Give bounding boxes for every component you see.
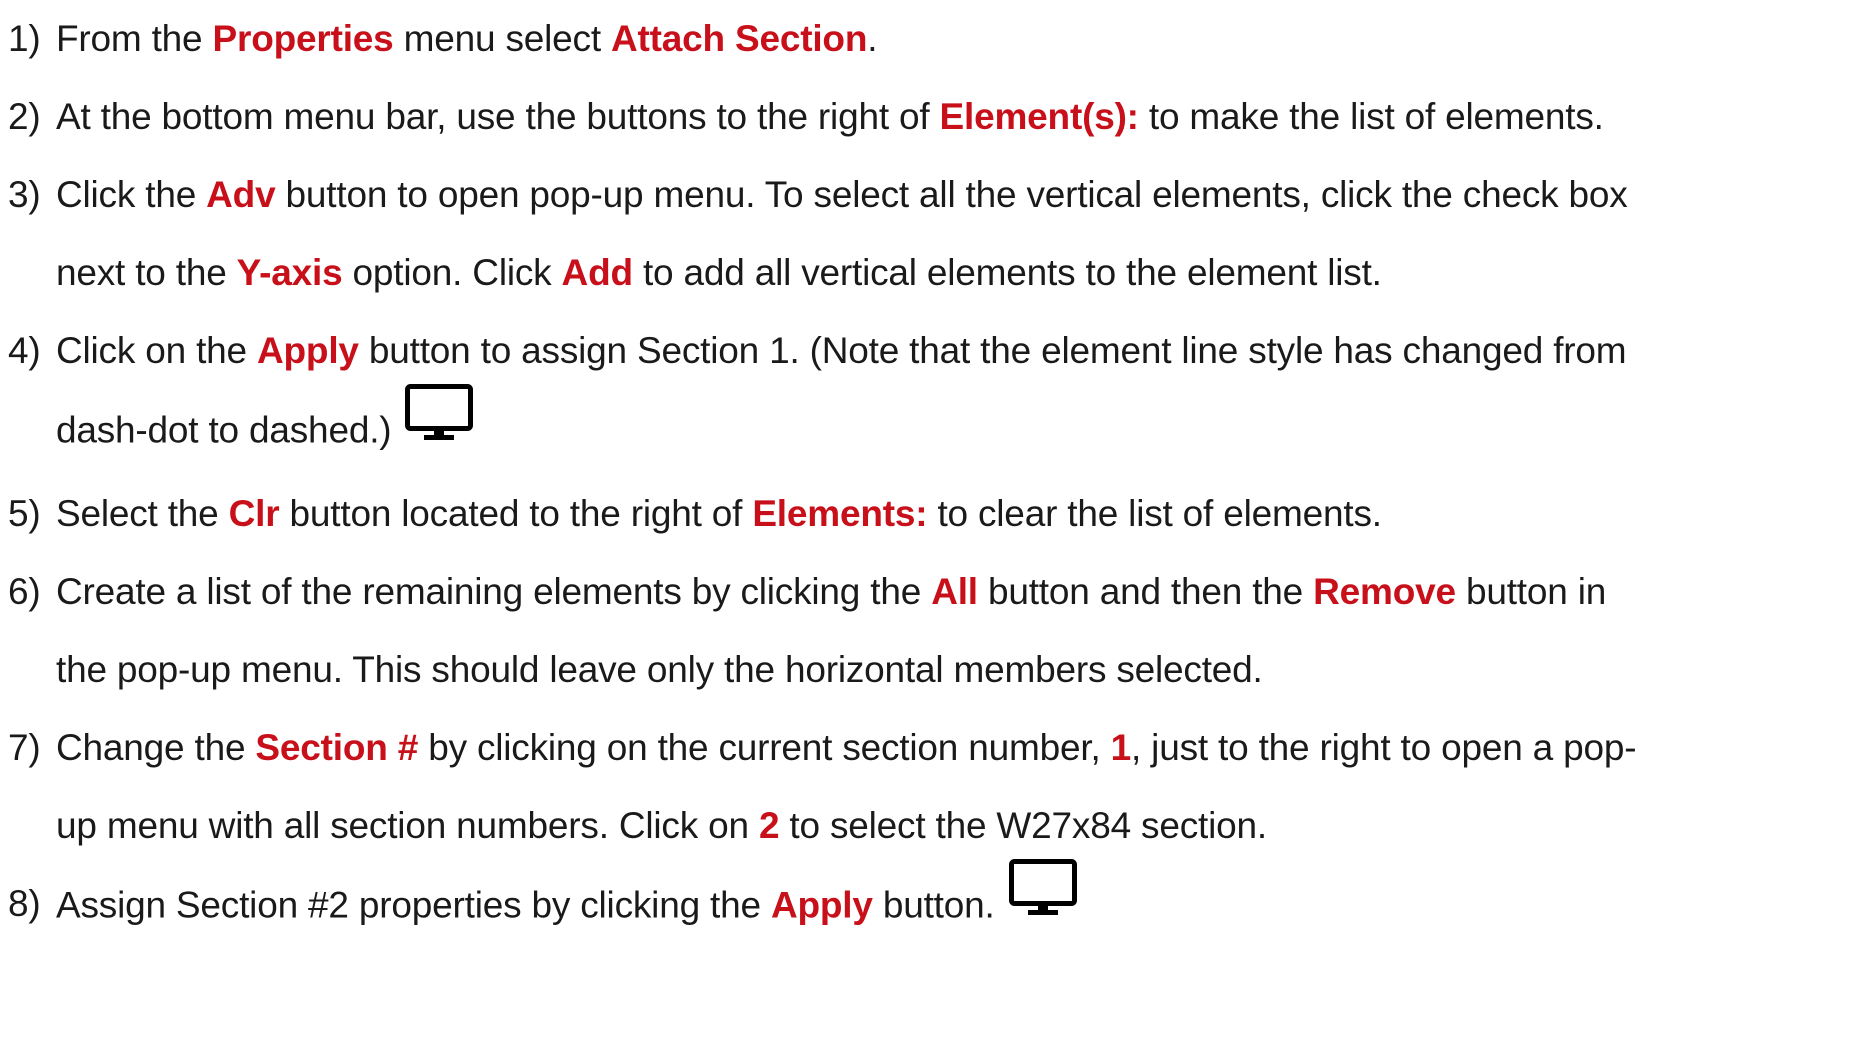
step-8: 8) Assign Section #2 properties by clicki…: [8, 859, 1864, 950]
keyword-highlight: 2: [758, 805, 780, 846]
step-number: 6): [8, 571, 41, 612]
step-text: Select the: [56, 493, 229, 534]
step-7: 7) Change the Section # by clicking on th…: [8, 709, 1864, 865]
step-text: Change the: [56, 727, 256, 768]
keyword-highlight: Add: [561, 252, 634, 293]
step-text: button.: [872, 884, 995, 926]
step-number: 2): [8, 96, 41, 137]
step-line: dash-dot to dashed.): [56, 384, 1864, 475]
step-line: Click on the Apply button to assign Sect…: [56, 312, 1864, 390]
step-line: Select the Clr button located to the rig…: [56, 475, 1864, 553]
step-text: Click the: [56, 174, 207, 215]
step-line: next to the Y-axis option. Click Add to …: [56, 234, 1864, 312]
step-line: Create a list of the remaining elements …: [56, 553, 1864, 631]
step-text: next to the: [56, 252, 237, 293]
instruction-steps: 1) From the Properties menu select Attach…: [8, 0, 1864, 950]
step-number: 3): [8, 174, 41, 215]
step-text: , just to the right to open a pop-: [1131, 727, 1637, 768]
keyword-highlight: Apply: [770, 884, 873, 926]
step-text: Click on the: [56, 330, 257, 371]
keyword-highlight: Properties: [212, 18, 394, 59]
keyword-highlight: Section #: [255, 727, 419, 768]
step-text: up menu with all section numbers. Click …: [56, 805, 759, 846]
step-line: From the Properties menu select Attach S…: [56, 0, 1864, 78]
step-text: button located to the right of: [279, 493, 753, 534]
keyword-highlight: Attach Section: [611, 18, 868, 59]
step-number: 4): [8, 330, 41, 371]
keyword-highlight: All: [931, 571, 978, 612]
step-text: From the: [56, 18, 213, 59]
step-5: 5) Select the Clr button located to the r…: [8, 475, 1864, 553]
step-line: Change the Section # by clicking on the …: [56, 709, 1864, 787]
step-line: the pop-up menu. This should leave only …: [56, 631, 1864, 709]
monitor-icon[interactable]: [1008, 859, 1077, 944]
keyword-highlight: Clr: [228, 493, 280, 534]
step-text: to add all vertical elements to the elem…: [632, 252, 1382, 293]
step-text: to make the list of elements.: [1138, 96, 1604, 137]
step-text: option. Click: [342, 252, 562, 293]
keyword-highlight: Adv: [206, 174, 276, 215]
monitor-icon[interactable]: [405, 384, 474, 469]
step-number: 1): [8, 18, 41, 59]
step-text: button to open pop-up menu. To select al…: [275, 174, 1628, 215]
step-text: by clicking on the current section numbe…: [418, 727, 1111, 768]
step-line: Assign Section #2 properties by clicking…: [56, 859, 1864, 950]
keyword-highlight: Y-axis: [236, 252, 343, 293]
step-4: 4) Click on the Apply button to assign Se…: [8, 312, 1864, 475]
step-line: up menu with all section numbers. Click …: [56, 787, 1864, 865]
step-2: 2) At the bottom menu bar, use the button…: [8, 78, 1864, 156]
step-text: dash-dot to dashed.): [56, 409, 392, 451]
step-1: 1) From the Properties menu select Attach…: [8, 0, 1864, 78]
step-text: button and then the: [977, 571, 1314, 612]
step-text: Assign Section #2 properties by clicking…: [56, 884, 771, 926]
keyword-highlight: Elements:: [752, 493, 928, 534]
keyword-highlight: Apply: [257, 330, 359, 371]
step-6: 6) Create a list of the remaining element…: [8, 553, 1864, 709]
step-3: 3) Click the Adv button to open pop-up me…: [8, 156, 1864, 312]
step-text: Create a list of the remaining elements …: [56, 571, 932, 612]
step-text: to clear the list of elements.: [927, 493, 1382, 534]
keyword-highlight: Element(s):: [939, 96, 1139, 137]
step-line: At the bottom menu bar, use the buttons …: [56, 78, 1864, 156]
keyword-highlight: 1: [1110, 727, 1132, 768]
step-number: 7): [8, 727, 41, 768]
step-line: Click the Adv button to open pop-up menu…: [56, 156, 1864, 234]
keyword-highlight: Remove: [1313, 571, 1456, 612]
step-text: menu select: [393, 18, 611, 59]
step-text: .: [867, 18, 878, 59]
step-number: 8): [8, 883, 41, 924]
step-number: 5): [8, 493, 41, 534]
step-text: to select the W27x84 section.: [779, 805, 1267, 846]
step-text: At the bottom menu bar, use the buttons …: [56, 96, 940, 137]
step-text: button in: [1455, 571, 1607, 612]
step-text: button to assign Section 1. (Note that t…: [358, 330, 1627, 371]
step-text: the pop-up menu. This should leave only …: [56, 649, 1263, 690]
